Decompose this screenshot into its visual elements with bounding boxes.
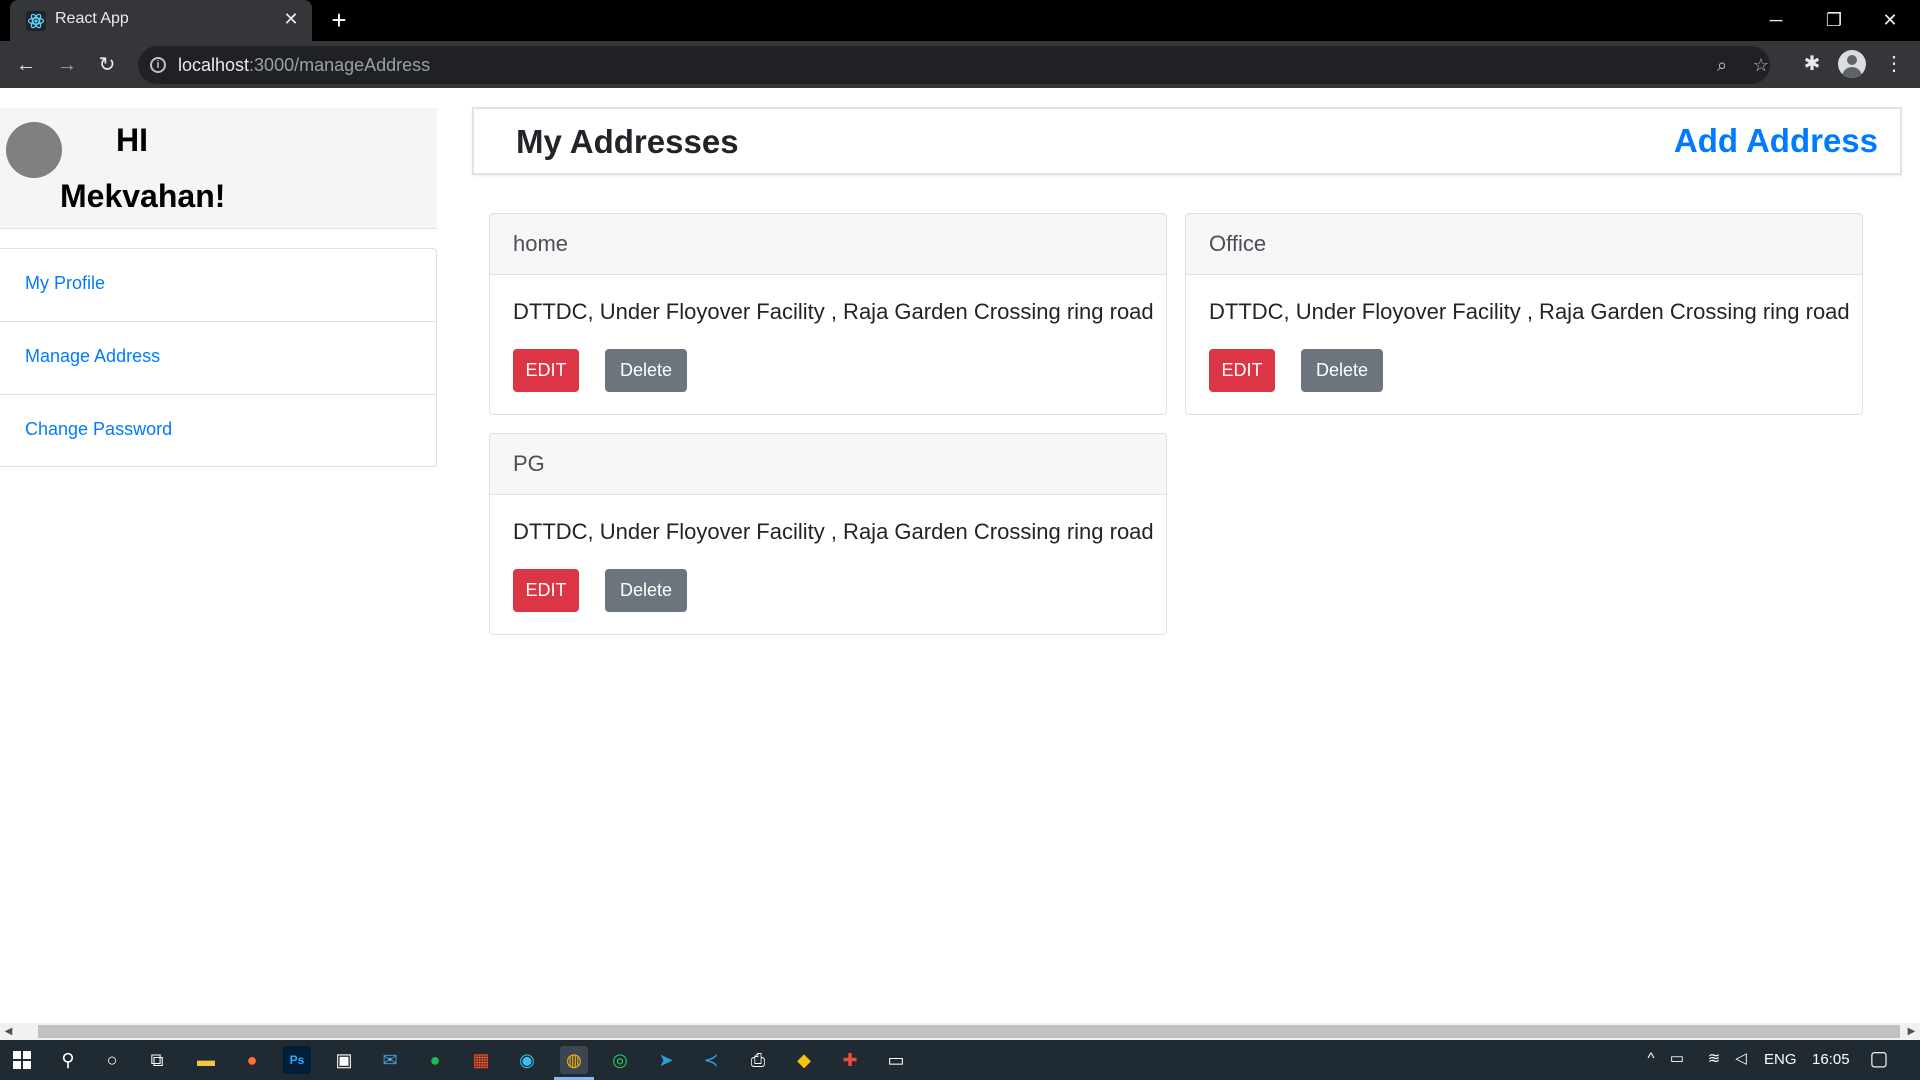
address-text: DTTDC, Under Floyover Facility , Raja Ga… xyxy=(513,519,1154,544)
terminal-icon[interactable]: ▭ xyxy=(882,1046,910,1074)
extensions-icon[interactable]: ✱ xyxy=(1798,50,1826,78)
chrome-icon[interactable]: ◍ xyxy=(560,1046,588,1074)
bookmark-star-icon[interactable]: ☆ xyxy=(1749,53,1773,77)
site-info-icon[interactable]: i xyxy=(150,57,166,73)
address-name: home xyxy=(513,231,569,256)
delete-button[interactable]: Delete xyxy=(1301,349,1383,392)
file-explorer-icon[interactable]: ▬ xyxy=(192,1046,220,1074)
close-window-icon[interactable]: ✕ xyxy=(1870,6,1910,34)
sidebar-item-manage-address[interactable]: Manage Address xyxy=(0,322,436,395)
page-title: My Addresses xyxy=(516,123,739,160)
scroll-left-arrow-icon[interactable]: ◀ xyxy=(0,1023,17,1040)
address-card: PG DTTDC, Under Floyover Facility , Raja… xyxy=(489,433,1167,635)
cortana-icon[interactable]: ○ xyxy=(98,1046,126,1074)
search-icon[interactable]: ⚲ xyxy=(54,1046,82,1074)
wifi-icon[interactable]: ≋ xyxy=(1703,1048,1725,1070)
add-address-link[interactable]: Add Address xyxy=(1674,122,1878,160)
url-text[interactable]: localhost:3000/manageAddress xyxy=(178,55,430,76)
greeting-text: HI xyxy=(116,122,148,158)
notifications-icon[interactable]: ▢ xyxy=(1868,1048,1890,1070)
profile-avatar[interactable] xyxy=(1838,50,1866,78)
office-icon[interactable]: ▦ xyxy=(467,1046,495,1074)
main-header: My Addresses Add Address xyxy=(472,107,1902,175)
minimize-icon[interactable]: ─ xyxy=(1756,6,1796,34)
edge-icon[interactable]: ◉ xyxy=(513,1046,541,1074)
tray-chevron-icon[interactable]: ^ xyxy=(1640,1048,1662,1070)
restore-icon[interactable]: ❐ xyxy=(1814,6,1854,34)
mail-icon[interactable]: ✉ xyxy=(376,1046,404,1074)
scrollbar-thumb[interactable] xyxy=(38,1025,1900,1038)
windows-start-icon[interactable] xyxy=(8,1046,36,1074)
browser-tab[interactable]: React App ✕ xyxy=(10,0,312,41)
address-name: PG xyxy=(513,451,545,476)
forward-icon[interactable]: → xyxy=(53,51,81,79)
avatar xyxy=(6,122,62,178)
bug-icon[interactable]: ✚ xyxy=(836,1046,864,1074)
reload-icon[interactable]: ↻ xyxy=(93,51,121,79)
address-card: home DTTDC, Under Floyover Facility , Ra… xyxy=(489,213,1167,415)
windows-taskbar: ⚲ ○ ⧉ ▬ ● Ps ▣ ✉ ● ▦ ◉ ◍ ◎ ➤ ≺ ⎙ ◆ ✚ ▭ ^… xyxy=(0,1040,1920,1080)
browser-toolbar: ← → ↻ i localhost:3000/manageAddress ⌕ ☆… xyxy=(0,41,1920,88)
sidebar-header: HI Mekvahan! xyxy=(0,108,437,229)
sidebar-item-my-profile[interactable]: My Profile xyxy=(0,249,436,322)
sidebar-nav: My Profile Manage Address Change Passwor… xyxy=(0,248,437,467)
sidebar-item-label[interactable]: My Profile xyxy=(25,273,105,294)
tab-close-icon[interactable]: ✕ xyxy=(280,8,302,30)
spotify-icon[interactable]: ● xyxy=(421,1046,449,1074)
edit-button[interactable]: EDIT xyxy=(1209,349,1275,392)
store-icon[interactable]: ▣ xyxy=(330,1046,358,1074)
task-view-icon[interactable]: ⧉ xyxy=(143,1046,171,1074)
printer-icon[interactable]: ⎙ xyxy=(744,1046,772,1074)
tab-title: React App xyxy=(55,10,129,27)
url-host: localhost xyxy=(178,55,250,75)
zoom-icon[interactable]: ⌕ xyxy=(1710,53,1734,77)
horizontal-scrollbar[interactable]: ◀ ▶ xyxy=(0,1023,1920,1040)
react-favicon-icon xyxy=(26,11,46,31)
scroll-right-arrow-icon[interactable]: ▶ xyxy=(1903,1023,1920,1040)
menu-dots-icon[interactable]: ⋮ xyxy=(1880,50,1908,78)
address-name: Office xyxy=(1209,231,1267,256)
browser-tab-bar: React App ✕ + ─ ❐ ✕ xyxy=(0,0,1920,41)
vscode-icon[interactable]: ≺ xyxy=(697,1046,725,1074)
git-icon[interactable]: ◆ xyxy=(790,1046,818,1074)
url-path: :3000/manageAddress xyxy=(249,55,431,75)
battery-icon[interactable]: ▭ xyxy=(1666,1048,1688,1070)
sidebar-item-label[interactable]: Change Password xyxy=(25,419,172,440)
username-text: Mekvahan! xyxy=(60,178,226,214)
whatsapp-icon[interactable]: ◎ xyxy=(606,1046,634,1074)
firefox-icon[interactable]: ● xyxy=(238,1046,266,1074)
address-card: Office DTTDC, Under Floyover Facility , … xyxy=(1185,213,1863,415)
edit-button[interactable]: EDIT xyxy=(513,569,579,612)
back-icon[interactable]: ← xyxy=(12,51,40,79)
language-indicator[interactable]: ENG xyxy=(1764,1051,1797,1068)
volume-icon[interactable]: ◁ xyxy=(1730,1048,1752,1070)
telegram-icon[interactable]: ➤ xyxy=(652,1046,680,1074)
card-header: Office xyxy=(1186,214,1862,275)
card-header: PG xyxy=(490,434,1166,495)
new-tab-button[interactable]: + xyxy=(325,6,353,34)
delete-button[interactable]: Delete xyxy=(605,349,687,392)
address-bar[interactable]: i localhost:3000/manageAddress ⌕ ☆ xyxy=(138,46,1770,84)
delete-button[interactable]: Delete xyxy=(605,569,687,612)
sidebar-item-label[interactable]: Manage Address xyxy=(25,346,160,367)
photoshop-icon[interactable]: Ps xyxy=(283,1046,311,1074)
address-text: DTTDC, Under Floyover Facility , Raja Ga… xyxy=(513,299,1154,324)
edit-button[interactable]: EDIT xyxy=(513,349,579,392)
clock[interactable]: 16:05 xyxy=(1812,1051,1850,1068)
address-text: DTTDC, Under Floyover Facility , Raja Ga… xyxy=(1209,299,1850,324)
sidebar-item-change-password[interactable]: Change Password xyxy=(0,395,436,468)
card-header: home xyxy=(490,214,1166,275)
